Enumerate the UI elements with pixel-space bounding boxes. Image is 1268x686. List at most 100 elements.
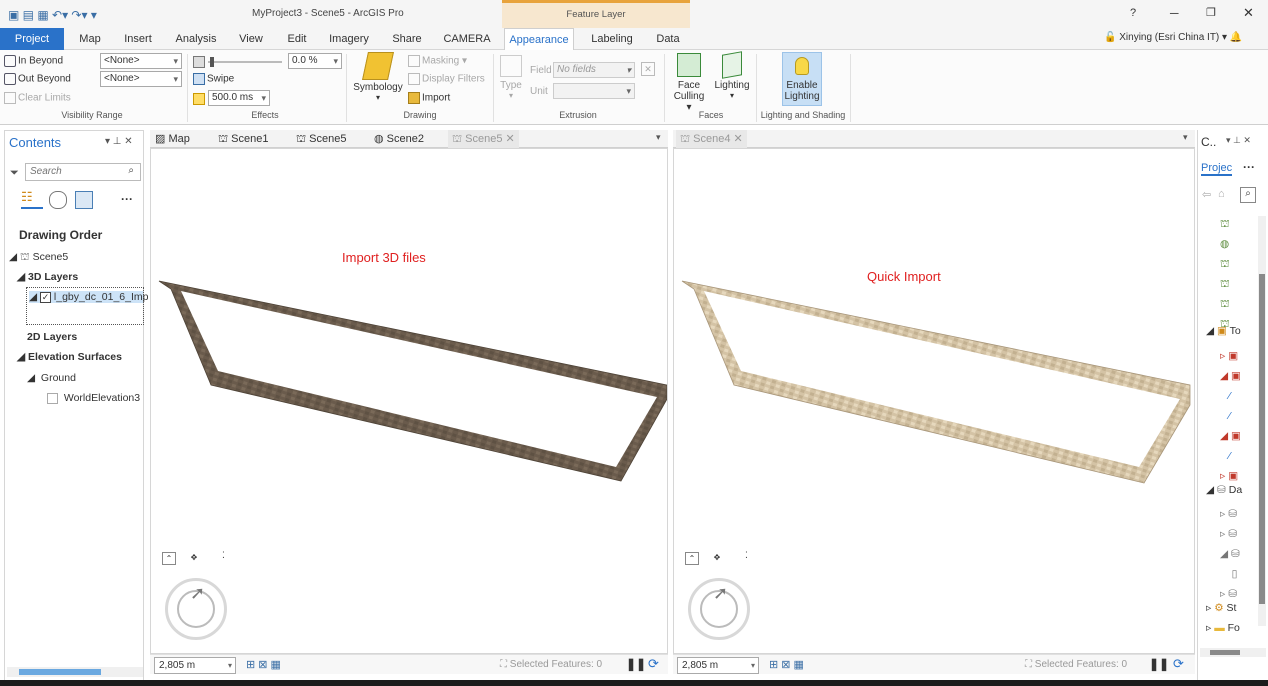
world-elevation-checkbox[interactable]	[47, 392, 58, 404]
scene-view-left[interactable]: Import 3D files ⌃ ✥ ⁚ ➚	[150, 148, 668, 654]
navigator-options-icon[interactable]: ⁚	[745, 550, 748, 561]
extrusion-type-button[interactable]: Type ▾	[498, 55, 524, 100]
tab-imagery[interactable]: Imagery	[324, 28, 374, 50]
search-input[interactable]	[26, 164, 114, 179]
expression-icon[interactable]: ✕	[641, 62, 655, 76]
back-icon[interactable]: ⇦	[1202, 188, 1211, 201]
2d-layers-node[interactable]: 2D Layers	[27, 331, 77, 343]
tab-view-scene4[interactable]: ⛫ Scene4 ✕	[676, 130, 747, 148]
transparency-input[interactable]: 0.0 %	[288, 53, 342, 69]
search-icon[interactable]: ⌕	[1240, 187, 1256, 203]
contextual-tab-label: Feature Layer	[566, 9, 626, 20]
tab-analysis[interactable]: Analysis	[170, 28, 222, 50]
flicker-rate-input[interactable]: 500.0 ms	[208, 90, 270, 106]
import-icon	[408, 92, 420, 104]
layer-item[interactable]: ◢ ✓ l_gby_dc_01_6_Imp	[29, 291, 149, 303]
out-beyond-dropdown[interactable]: <None>	[100, 71, 182, 87]
horizontal-scrollbar[interactable]	[7, 667, 143, 677]
navigator-control[interactable]: ➚	[165, 578, 227, 640]
transparency-slider[interactable]	[208, 57, 282, 67]
tab-project[interactable]: Project	[0, 28, 64, 50]
data-source-icon[interactable]	[49, 191, 67, 209]
swipe-button[interactable]: Swipe	[193, 73, 234, 85]
close-icon[interactable]: ✕	[506, 133, 515, 145]
pane-options[interactable]: ▾ ⊥ ✕	[105, 136, 133, 147]
3d-layers-node[interactable]: ◢ 3D Layers	[17, 271, 78, 283]
selection-icon[interactable]	[75, 191, 93, 209]
lighting-button[interactable]: Lighting ▾	[712, 51, 752, 100]
snapping-icons[interactable]: ⊞ ⊠ ▦	[246, 658, 281, 671]
import-button[interactable]: Import	[408, 92, 450, 104]
tab-share[interactable]: Share	[386, 28, 428, 50]
scene-view-right[interactable]: Quick Import ⌃ ✥ ⁚ ➚	[673, 148, 1195, 654]
tab-appearance[interactable]: Appearance	[504, 28, 574, 50]
tab-map[interactable]: Map	[72, 28, 108, 50]
symbology-button[interactable]: Symbology ▾	[352, 52, 404, 102]
tab-view-map[interactable]: ▨ Map	[155, 130, 190, 148]
quick-access-toolbar[interactable]: ▣ ▤ ▦ ↶▾ ↷▾ ▾	[8, 8, 97, 22]
tab-view-scene5[interactable]: ⛫ Scene5	[296, 130, 346, 148]
catalog-project-tab[interactable]: Projec	[1201, 162, 1233, 176]
vertical-scrollbar[interactable]	[1258, 216, 1266, 626]
search-box[interactable]: ⌕	[25, 163, 141, 181]
refresh-button[interactable]: ⟳	[648, 656, 659, 672]
user-menu[interactable]: 🔓 Xinying (Esri China IT) ▾ 🔔	[1104, 32, 1242, 43]
collapse-navigator-button[interactable]: ⌃	[162, 552, 176, 565]
clear-limits-button[interactable]: Clear Limits	[4, 92, 71, 104]
minimize-button[interactable]: ─	[1170, 6, 1179, 20]
full-extent-icon[interactable]: ✥	[710, 552, 724, 565]
catalog-styles[interactable]: ▹ ⚙ St	[1206, 602, 1236, 614]
tab-data[interactable]: Data	[648, 28, 688, 50]
catalog-toolboxes[interactable]: ◢ ▣ To	[1206, 325, 1241, 337]
tab-edit[interactable]: Edit	[280, 28, 314, 50]
more-icon[interactable]: ···	[121, 192, 133, 206]
tab-list-dropdown[interactable]: ▾	[1183, 132, 1188, 143]
collapse-navigator-button[interactable]: ⌃	[685, 552, 699, 565]
refresh-button[interactable]: ⟳	[1173, 656, 1184, 672]
face-culling-button[interactable]: Face Culling ▾	[670, 53, 708, 113]
pause-button[interactable]: ❚❚	[626, 657, 646, 671]
ribbon-tab-strip: Project Map Insert Analysis View Edit Im…	[0, 28, 1268, 50]
tab-labeling[interactable]: Labeling	[584, 28, 640, 50]
tab-view-scene1[interactable]: ⛫ Scene1	[218, 130, 268, 148]
drawing-order-icon[interactable]: ☷	[21, 189, 43, 209]
scene-node[interactable]: ◢ ⛫ Scene5	[9, 251, 68, 265]
layer-visibility-checkbox[interactable]: ✓	[40, 292, 51, 303]
close-button[interactable]: ✕	[1243, 5, 1254, 21]
in-beyond-dropdown[interactable]: <None>	[100, 53, 182, 69]
out-beyond-button[interactable]: Out Beyond	[4, 73, 71, 85]
tab-list-dropdown[interactable]: ▾	[656, 132, 661, 143]
horizontal-scrollbar[interactable]	[1200, 648, 1266, 657]
navigator-control[interactable]: ➚	[688, 578, 750, 640]
snapping-icons[interactable]: ⊞ ⊠ ▦	[769, 658, 804, 671]
enable-lighting-button[interactable]: Enable Lighting	[782, 52, 822, 106]
close-icon[interactable]: ✕	[734, 133, 743, 145]
tab-insert[interactable]: Insert	[118, 28, 158, 50]
compass-arrow-icon: ➚	[713, 583, 729, 603]
tab-view-scene5-active[interactable]: ⛫ Scene5 ✕	[448, 130, 519, 148]
catalog-folders[interactable]: ▹ ▬ Fo	[1206, 622, 1240, 634]
catalog-databases[interactable]: ◢ ⛁ Da	[1206, 484, 1242, 496]
unit-dropdown[interactable]	[553, 83, 635, 99]
tab-view-scene2[interactable]: ◍ Scene2	[374, 130, 424, 148]
restore-button[interactable]: ❐	[1206, 6, 1216, 19]
help-button[interactable]: ?	[1130, 7, 1136, 19]
tab-view[interactable]: View	[234, 28, 268, 50]
masking-button[interactable]: Masking ▾	[408, 55, 467, 67]
elevation-surfaces-node[interactable]: ◢ Elevation Surfaces	[17, 351, 122, 363]
scale-dropdown[interactable]: 2,805 m	[677, 657, 759, 674]
field-dropdown[interactable]: No fields	[553, 62, 635, 78]
scale-dropdown[interactable]: 2,805 m	[154, 657, 236, 674]
filter-icon[interactable]: ⏷	[10, 167, 19, 180]
pause-button[interactable]: ❚❚	[1149, 657, 1169, 671]
home-icon[interactable]: ⌂	[1218, 188, 1225, 200]
full-extent-icon[interactable]: ✥	[187, 552, 201, 565]
more-icon[interactable]: ···	[1243, 160, 1255, 174]
navigator-options-icon[interactable]: ⁚	[222, 550, 225, 561]
ground-node[interactable]: ◢ Ground	[27, 372, 76, 384]
world-elevation-node[interactable]: WorldElevation3	[47, 392, 140, 404]
pane-options[interactable]: ▾ ⊥ ✕	[1226, 135, 1251, 146]
tab-camera[interactable]: CAMERA	[440, 28, 494, 50]
in-beyond-button[interactable]: In Beyond	[4, 55, 63, 67]
display-filters-button[interactable]: Display Filters	[408, 73, 485, 85]
